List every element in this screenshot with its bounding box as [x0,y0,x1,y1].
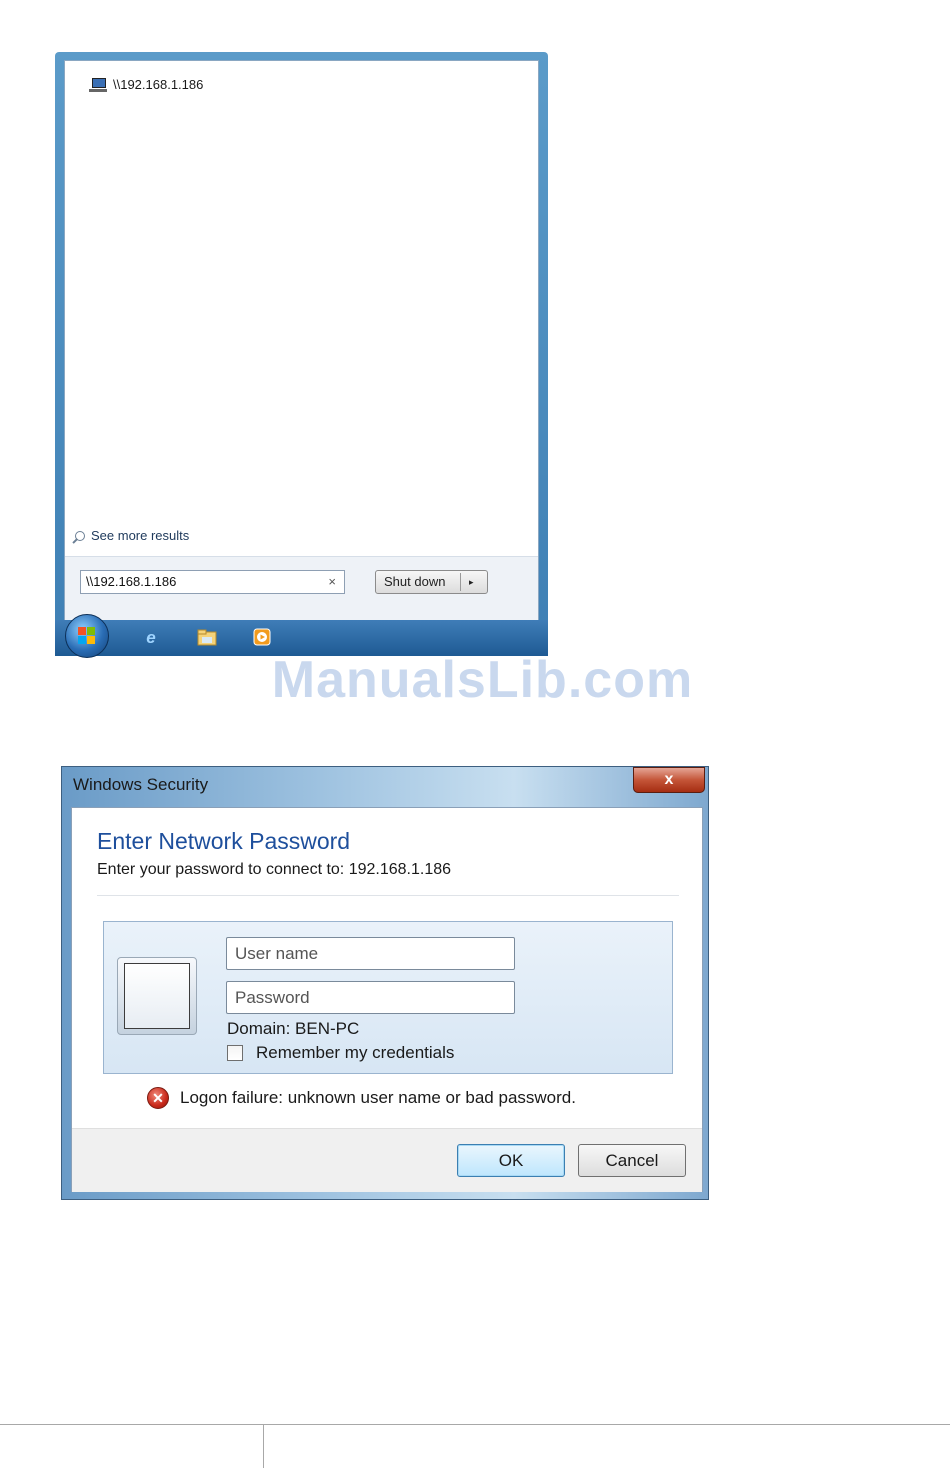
shutdown-separator [460,573,461,591]
username-field[interactable]: User name [226,937,515,970]
dialog-subheading: Enter your password to connect to: 192.1… [97,861,452,878]
search-result-item[interactable]: \\192.168.1.186 [89,77,203,92]
footer-column-divider [263,1424,264,1468]
error-message: ✕ Logon failure: unknown user name or ba… [147,1087,576,1109]
start-menu: \\192.168.1.186 See more results \\192.1… [55,52,548,658]
password-field[interactable]: Password [226,981,515,1014]
start-search-input[interactable]: \\192.168.1.186 × [80,570,345,594]
remember-credentials-label: Remember my credentials [256,1043,455,1062]
see-more-results-link[interactable]: See more results [75,528,189,543]
user-picture-icon [117,957,197,1035]
remember-credentials-checkbox[interactable] [227,1045,243,1061]
search-result-label: \\192.168.1.186 [113,77,204,92]
start-search-value: \\192.168.1.186 [86,574,177,589]
internet-explorer-icon[interactable]: e [141,628,161,648]
error-text: Logon failure: unknown user name or bad … [180,1088,576,1107]
see-more-results-label: See more results [91,528,190,543]
credential-tile-panel: User name Password Domain: BEN-PC Rememb… [103,921,673,1074]
dialog-heading: Enter Network Password [97,828,351,854]
footer-divider [0,1424,950,1425]
clear-search-icon[interactable]: × [328,571,336,593]
cancel-button[interactable]: Cancel [578,1144,686,1177]
ok-button[interactable]: OK [457,1144,565,1177]
network-computer-icon [89,77,107,92]
shutdown-options-arrow-icon[interactable]: ▸ [469,571,474,593]
windows-security-dialog: Windows Security x Enter Network Passwor… [61,766,709,1200]
dialog-title: Windows Security [73,775,209,794]
shutdown-button[interactable]: Shut down ▸ [375,570,488,594]
error-icon: ✕ [147,1087,169,1109]
media-player-icon[interactable] [252,628,272,648]
remember-credentials-option[interactable]: Remember my credentials [227,1043,454,1063]
domain-label: Domain: BEN-PC [227,1019,360,1038]
start-menu-search-bar: \\192.168.1.186 × Shut down ▸ [65,556,538,620]
watermark: ManualsLib.com [271,651,694,709]
windows-explorer-icon[interactable] [197,628,217,648]
start-menu-results-pane: \\192.168.1.186 See more results \\192.1… [64,60,539,620]
dialog-body: Enter Network Password Enter your passwo… [71,807,703,1192]
divider [97,895,679,896]
magnifier-icon [75,530,85,541]
close-icon[interactable]: x [633,767,705,793]
shutdown-label: Shut down [384,574,446,589]
dialog-footer: OK Cancel [72,1128,702,1192]
